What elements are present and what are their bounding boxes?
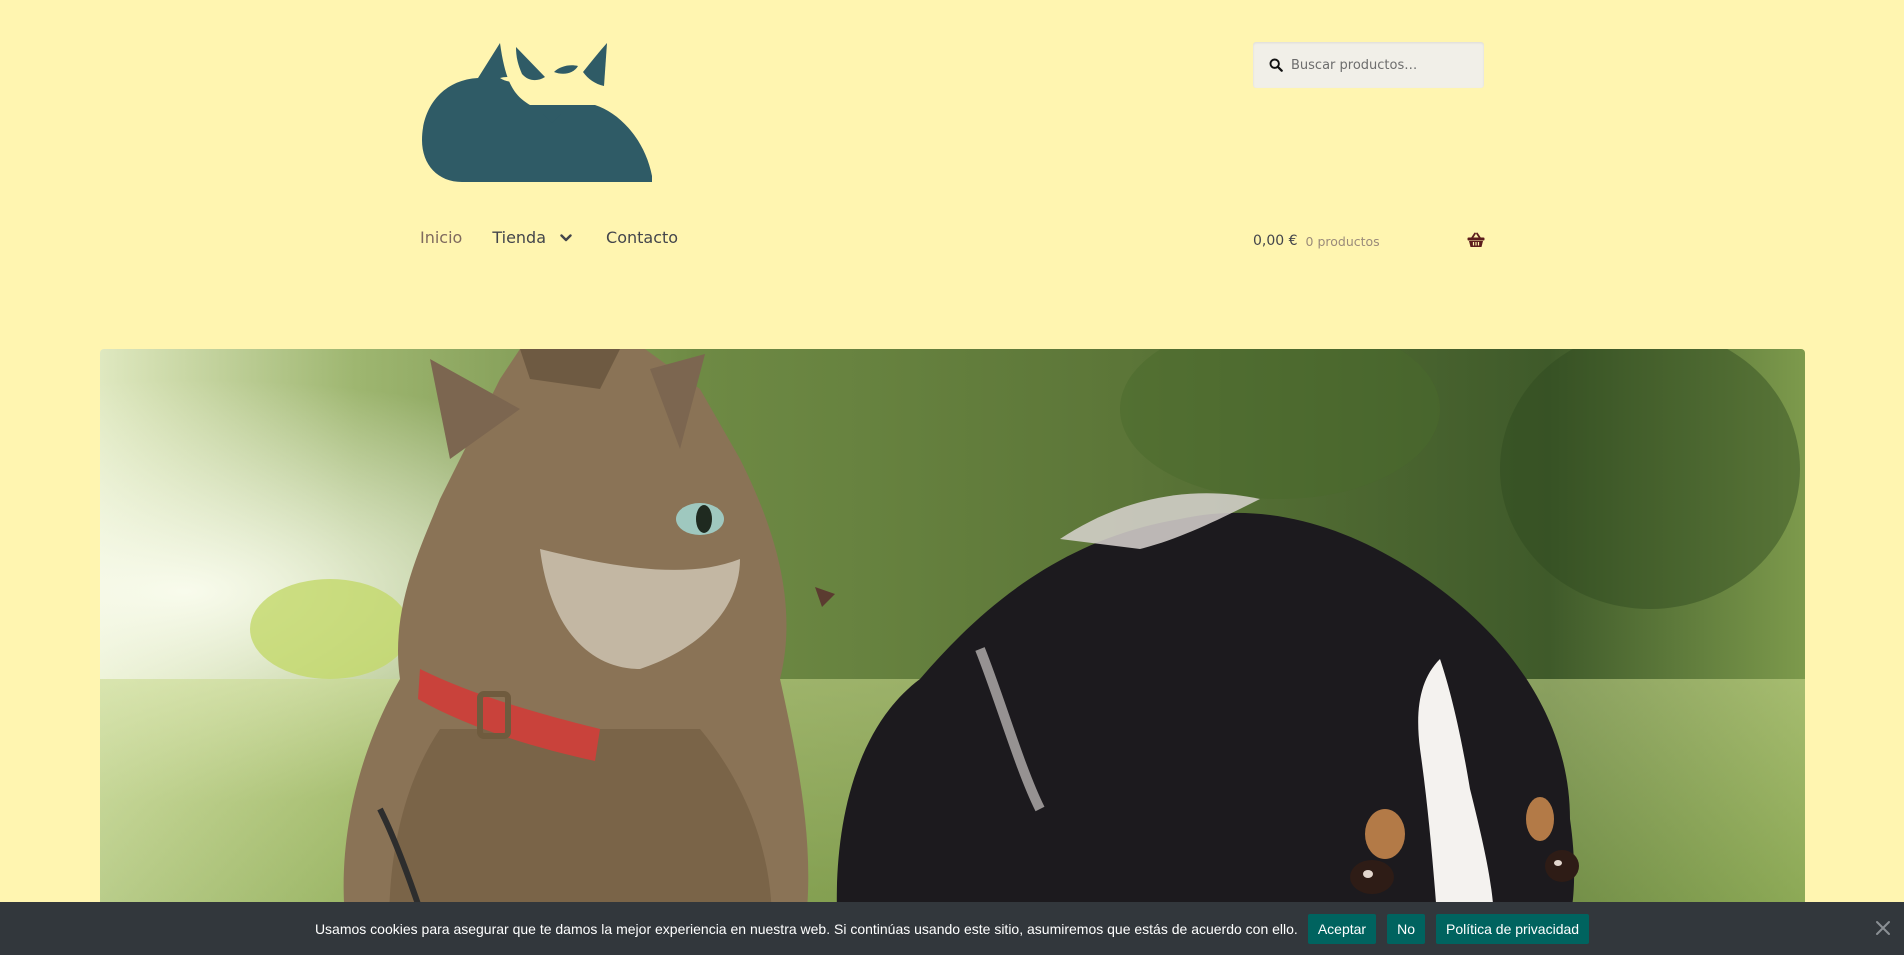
mini-cart[interactable]: 0,00 € 0 productos	[1253, 231, 1485, 251]
nav-item-contacto[interactable]: Contacto	[606, 228, 678, 247]
search-input[interactable]	[1289, 56, 1483, 74]
privacy-policy-button[interactable]: Política de privacidad	[1435, 913, 1590, 944]
cart-item-count: 0 productos	[1305, 233, 1380, 249]
chevron-down-icon[interactable]	[560, 233, 572, 243]
product-search	[1253, 42, 1484, 88]
nav-item-tienda-label: Tienda	[492, 228, 547, 247]
basket-icon[interactable]	[1467, 232, 1485, 248]
close-icon[interactable]	[1875, 920, 1891, 936]
nav-item-tienda[interactable]: Tienda	[492, 228, 572, 247]
primary-navigation: Inicio Tienda Contacto	[420, 228, 678, 247]
cat-logo[interactable]	[420, 40, 652, 182]
cart-amount: 0,00 €	[1253, 233, 1298, 249]
cookie-decline-button[interactable]: No	[1387, 913, 1425, 944]
cookie-accept-button[interactable]: Aceptar	[1307, 913, 1377, 944]
cookie-message: Usamos cookies para asegurar que te damo…	[314, 920, 1298, 937]
cookie-notice: Usamos cookies para asegurar que te damo…	[0, 902, 1904, 955]
hero-image	[100, 349, 1805, 955]
nav-item-inicio[interactable]: Inicio	[420, 228, 462, 247]
search-icon	[1269, 58, 1283, 72]
